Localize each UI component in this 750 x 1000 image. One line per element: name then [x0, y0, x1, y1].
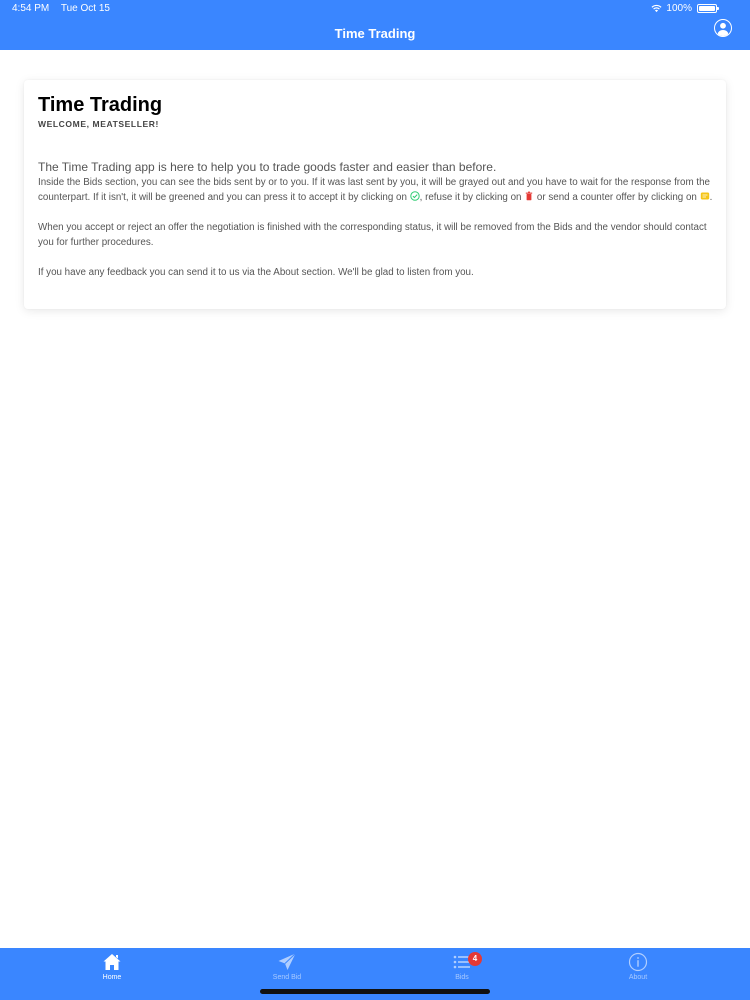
nav-title: Time Trading: [334, 26, 416, 41]
wifi-icon: [651, 4, 662, 13]
tab-home[interactable]: Home: [62, 952, 162, 986]
accept-check-icon: [409, 190, 420, 201]
counter-offer-icon: [700, 192, 709, 199]
top-bar: 4:54 PM Tue Oct 15 100% Time Trading: [0, 0, 750, 50]
home-icon: [103, 954, 121, 970]
tab-send-bid[interactable]: Send Bid: [237, 952, 337, 986]
status-date: Tue Oct 15: [60, 3, 110, 14]
tab-send-bid-label: Send Bid: [272, 974, 302, 981]
tab-home-label: Home: [102, 974, 122, 981]
paper-plane-icon: [278, 953, 296, 970]
refuse-trash-icon: [526, 191, 533, 200]
profile-button[interactable]: [714, 19, 732, 37]
welcome-card: Time Trading WELCOME, MEATSELLER! The Ti…: [24, 80, 726, 309]
person-circle-icon: [717, 22, 729, 36]
status-bar-right: 100%: [651, 3, 719, 14]
negotiation-info: When you accept or reject an offer the n…: [38, 222, 707, 248]
status-bar-left: 4:54 PM Tue Oct 15: [12, 3, 119, 14]
tab-about[interactable]: About: [588, 952, 688, 986]
card-title: Time Trading: [38, 94, 163, 116]
tab-about-label: About: [628, 974, 648, 981]
bids-badge: 4: [468, 952, 482, 966]
card-lead: The Time Trading app is here to help you…: [38, 160, 497, 174]
info-icon: [628, 952, 648, 972]
card-body: Inside the Bids section, you can see the…: [38, 176, 718, 297]
battery-percent: 100%: [666, 3, 692, 14]
home-indicator: [260, 989, 490, 994]
tab-bids-label: Bids: [455, 974, 469, 981]
status-time: 4:54 PM: [12, 3, 50, 14]
bids-instructions: Inside the Bids section, you can see the…: [38, 177, 713, 203]
feedback-info: If you have any feedback you can send it…: [38, 267, 474, 278]
card-subtitle: WELCOME, MEATSELLER!: [38, 119, 159, 129]
tab-bids[interactable]: 4 Bids: [412, 952, 512, 986]
battery-icon: [697, 4, 719, 13]
